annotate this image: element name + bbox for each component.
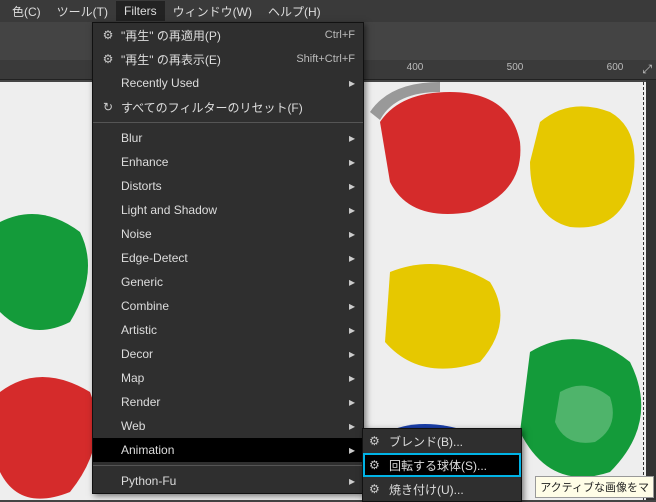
menu-item-web[interactable]: Web▸ <box>93 414 363 438</box>
selection-marquee <box>643 82 644 500</box>
menu-item-label: Map <box>117 371 343 385</box>
gear-icon: ⚙ <box>369 434 385 448</box>
chevron-right-icon: ▸ <box>343 155 355 169</box>
chevron-right-icon: ▸ <box>343 443 355 457</box>
menu-item-python-fu[interactable]: Python-Fu▸ <box>93 469 363 493</box>
menu-item-artistic[interactable]: Artistic▸ <box>93 318 363 342</box>
menu-item-label: Noise <box>117 227 343 241</box>
menubar: 色(C) ツール(T) Filters ウィンドウ(W) ヘルプ(H) <box>0 0 656 22</box>
menu-item-enhance[interactable]: Enhance▸ <box>93 150 363 174</box>
menu-item-generic[interactable]: Generic▸ <box>93 270 363 294</box>
canvas-object <box>520 92 650 242</box>
gear-icon: ⚙ <box>369 482 385 496</box>
menu-item-label: 回転する球体(S)... <box>385 457 513 474</box>
menu-item-noise[interactable]: Noise▸ <box>93 222 363 246</box>
menu-item-label: Enhance <box>117 155 343 169</box>
chevron-right-icon: ▸ <box>343 371 355 385</box>
accelerator: Ctrl+F <box>317 29 355 41</box>
menu-item-label: すべてのフィルターのリセット(F) <box>117 99 355 116</box>
menu-tools[interactable]: ツール(T) <box>49 0 116 23</box>
canvas-object <box>370 252 520 382</box>
menu-windows[interactable]: ウィンドウ(W) <box>165 0 260 23</box>
menu-item-label: Combine <box>117 299 343 313</box>
menu-item-label: Python-Fu <box>117 474 343 488</box>
chevron-right-icon: ▸ <box>343 347 355 361</box>
menu-item-label: Light and Shadow <box>117 203 343 217</box>
submenu-item-spinning-globe[interactable]: ⚙ 回転する球体(S)... <box>363 453 521 477</box>
ruler-tick-label: 600 <box>607 62 624 73</box>
menu-item-label: Artistic <box>117 323 343 337</box>
gear-icon: ⚙ <box>99 28 117 42</box>
accelerator: Shift+Ctrl+F <box>288 53 355 65</box>
menu-item-label: Render <box>117 395 343 409</box>
menu-item-label: Web <box>117 419 343 433</box>
menu-item-label: Recently Used <box>117 76 343 90</box>
submenu-item-blend[interactable]: ⚙ ブレンド(B)... <box>363 429 521 453</box>
gear-icon: ⚙ <box>369 458 385 472</box>
chevron-right-icon: ▸ <box>343 299 355 313</box>
gear-icon: ⚙ <box>99 52 117 66</box>
menu-item-label: Animation <box>117 443 343 457</box>
chevron-right-icon: ▸ <box>343 76 355 90</box>
menu-item-distorts[interactable]: Distorts▸ <box>93 174 363 198</box>
menu-item-label: 焼き付け(U)... <box>385 481 513 498</box>
separator <box>93 465 363 466</box>
menu-item-label: Decor <box>117 347 343 361</box>
canvas-object <box>500 322 656 500</box>
menu-item-label: Generic <box>117 275 343 289</box>
menu-item-recently-used[interactable]: Recently Used ▸ <box>93 71 363 95</box>
chevron-right-icon: ▸ <box>343 395 355 409</box>
menu-item-reshow-last[interactable]: ⚙ "再生" の再表示(E) Shift+Ctrl+F <box>93 47 363 71</box>
menu-colors[interactable]: 色(C) <box>4 0 49 23</box>
menu-item-repeat-last[interactable]: ⚙ "再生" の再適用(P) Ctrl+F <box>93 23 363 47</box>
menu-item-reset-filters[interactable]: ↻ すべてのフィルターのリセット(F) <box>93 95 363 119</box>
canvas-object <box>0 202 100 342</box>
chevron-right-icon: ▸ <box>343 227 355 241</box>
menu-item-label: Blur <box>117 131 343 145</box>
separator <box>93 122 363 123</box>
ruler-tick-label: 500 <box>507 62 524 73</box>
menu-item-label: "再生" の再表示(E) <box>117 51 288 68</box>
menu-help[interactable]: ヘルプ(H) <box>260 0 329 23</box>
zoom-icon[interactable]: ⤢ <box>642 62 652 77</box>
menu-item-light-shadow[interactable]: Light and Shadow▸ <box>93 198 363 222</box>
animation-submenu: ⚙ ブレンド(B)... ⚙ 回転する球体(S)... ⚙ 焼き付け(U)... <box>362 428 522 502</box>
filters-menu: ⚙ "再生" の再適用(P) Ctrl+F ⚙ "再生" の再表示(E) Shi… <box>92 22 364 494</box>
menu-filters[interactable]: Filters <box>116 1 165 21</box>
chevron-right-icon: ▸ <box>343 179 355 193</box>
chevron-right-icon: ▸ <box>343 131 355 145</box>
menu-item-render[interactable]: Render▸ <box>93 390 363 414</box>
chevron-right-icon: ▸ <box>343 275 355 289</box>
chevron-right-icon: ▸ <box>343 419 355 433</box>
menu-item-edge-detect[interactable]: Edge-Detect▸ <box>93 246 363 270</box>
submenu-item-burn-in: ⚙ 焼き付け(U)... <box>363 477 521 501</box>
canvas-object <box>360 82 540 242</box>
tooltip: アクティブな画像をマ <box>535 476 654 498</box>
menu-item-combine[interactable]: Combine▸ <box>93 294 363 318</box>
menu-item-label: Distorts <box>117 179 343 193</box>
ruler-tick-label: 400 <box>407 62 424 73</box>
refresh-icon: ↻ <box>99 100 117 114</box>
chevron-right-icon: ▸ <box>343 251 355 265</box>
chevron-right-icon: ▸ <box>343 203 355 217</box>
menu-item-animation[interactable]: Animation▸ <box>93 438 363 462</box>
menu-item-label: Edge-Detect <box>117 251 343 265</box>
menu-item-blur[interactable]: Blur▸ <box>93 126 363 150</box>
menu-item-decor[interactable]: Decor▸ <box>93 342 363 366</box>
chevron-right-icon: ▸ <box>343 323 355 337</box>
vertical-scrollbar[interactable] <box>646 80 656 500</box>
menu-item-label: "再生" の再適用(P) <box>117 27 317 44</box>
chevron-right-icon: ▸ <box>343 474 355 488</box>
menu-item-label: ブレンド(B)... <box>385 433 513 450</box>
menu-item-map[interactable]: Map▸ <box>93 366 363 390</box>
